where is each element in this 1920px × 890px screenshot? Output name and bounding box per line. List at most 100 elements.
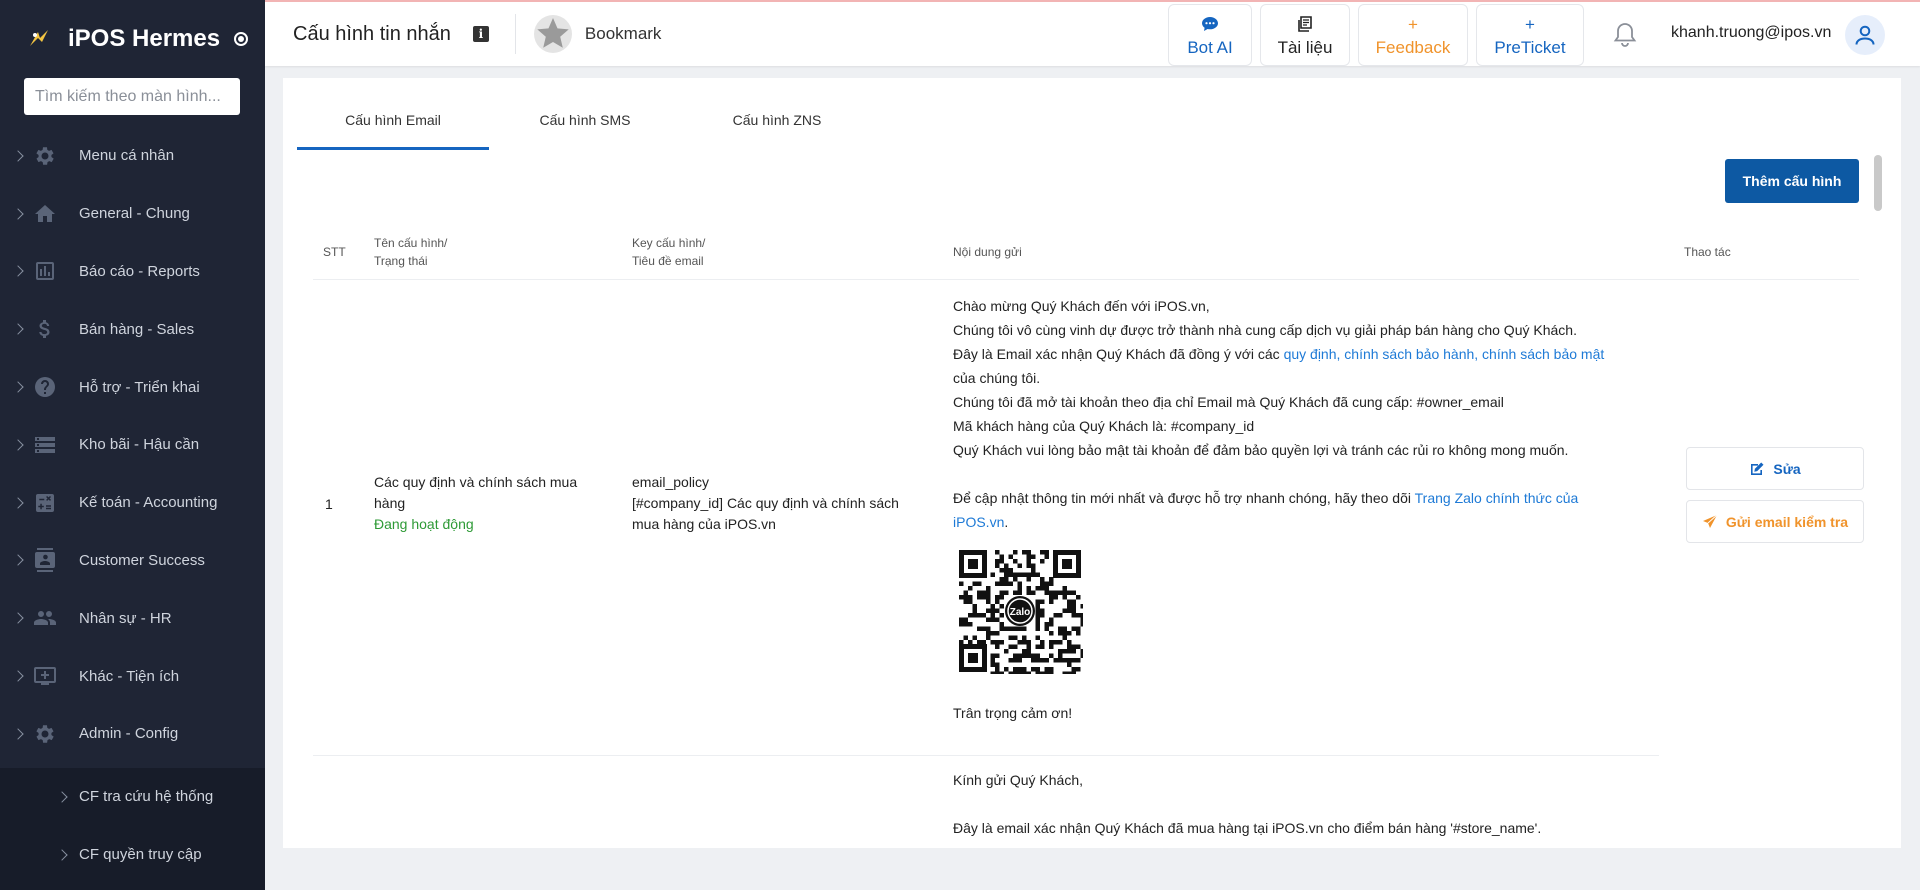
sidebar-item-label: General - Chung (79, 205, 190, 223)
sidebar-subitem-label: CF tra cứu hệ thống (79, 788, 214, 806)
content-line: Để cập nhật thông tin mới nhất và được h… (953, 486, 1613, 534)
help-icon (32, 374, 58, 400)
header-name-line2: Trạng thái (374, 254, 428, 268)
preticket-label: PreTicket (1494, 38, 1566, 57)
tab-sms[interactable]: Cấu hình SMS (489, 106, 681, 150)
sidebar-subitem-cf-quyen[interactable]: CF quyền truy cập (0, 826, 265, 884)
sidebar-subitem-label: CF quyền truy cập (79, 846, 202, 864)
preticket-button[interactable]: + PreTicket (1476, 4, 1584, 66)
status-badge: Đang hoạt động (374, 516, 474, 532)
chevron-right-icon (12, 323, 24, 335)
sidebar: iPOS Hermes Menu cá nhân General - Chung… (0, 0, 265, 890)
chevron-right-icon (12, 670, 24, 682)
sidebar-item-accounting[interactable]: Kế toán - Accounting (0, 474, 265, 532)
edit-icon (1751, 462, 1764, 475)
content-line: Chào mừng Quý Khách đến với iPOS.vn, (953, 298, 1210, 314)
table-row: Kính gửi Quý Khách, Đây là email xác nhậ… (953, 768, 1613, 840)
row-content: Chào mừng Quý Khách đến với iPOS.vn, Chú… (953, 294, 1613, 725)
chevron-right-icon (12, 439, 24, 451)
header-name-line1: Tên cấu hình/ (374, 236, 448, 250)
tab-email[interactable]: Cấu hình Email (297, 106, 489, 150)
avatar[interactable] (1845, 15, 1885, 55)
sidebar-item-general[interactable]: General - Chung (0, 185, 265, 243)
send-test-email-button[interactable]: Gửi email kiểm tra (1686, 500, 1864, 543)
customer-icon (32, 547, 58, 573)
content-text: của chúng tôi. (953, 370, 1041, 386)
people-icon (32, 605, 58, 631)
header-content: Nội dung gửi (953, 245, 1022, 259)
bot-ai-button[interactable]: Bot AI (1168, 4, 1252, 66)
header-stt: STT (323, 245, 346, 259)
content-line: Chúng tôi đã mở tài khoản theo địa chỉ E… (953, 394, 1504, 410)
tab-zns[interactable]: Cấu hình ZNS (681, 106, 873, 150)
chevron-right-icon (12, 612, 24, 624)
sidebar-subitem-cf-tra-cuu[interactable]: CF tra cứu hệ thống (0, 768, 265, 826)
user-icon (1855, 25, 1875, 45)
bell-icon[interactable] (1612, 21, 1638, 49)
radio-dot-icon[interactable] (234, 32, 249, 46)
sidebar-menu: Menu cá nhân General - Chung Báo cáo - R… (0, 127, 265, 890)
bookmark-label[interactable]: Bookmark (585, 24, 662, 44)
sidebar-item-label: Menu cá nhân (79, 147, 175, 165)
content-line: Chúng tôi vô cùng vinh dự được trở thành… (953, 322, 1577, 338)
feedback-button[interactable]: + Feedback (1358, 4, 1468, 66)
row-name: Các quy định và chính sách mua hàng (374, 474, 578, 511)
row-stt: 1 (325, 496, 333, 512)
sidebar-item-support[interactable]: Hỗ trợ - Triển khai (0, 358, 265, 416)
chevron-right-icon (12, 554, 24, 567)
row-key: email_policy (632, 474, 710, 490)
row-divider (313, 755, 1659, 756)
scrollbar-thumb[interactable] (1874, 155, 1882, 211)
user-email[interactable]: khanh.truong@ipos.vn (1671, 24, 1831, 42)
star-icon[interactable] (533, 14, 573, 54)
sidebar-item-label: Kho bãi - Hậu cần (79, 436, 200, 454)
chevron-right-icon (56, 849, 68, 861)
content-text: . (1004, 514, 1009, 530)
info-icon[interactable]: i (472, 26, 489, 42)
sidebar-item-utilities[interactable]: Khác - Tiện ích (0, 647, 265, 705)
qr-code-icon: Zalo (957, 548, 1085, 676)
sidebar-search-input[interactable] (24, 78, 240, 115)
add-screen-icon (32, 663, 58, 689)
sidebar-item-label: Customer Success (79, 551, 205, 569)
chevron-right-icon (12, 265, 24, 278)
header-name: Tên cấu hình/ Trạng thái (374, 234, 447, 270)
accounting-icon (32, 490, 58, 516)
sidebar-item-label: Khác - Tiện ích (79, 667, 180, 685)
chevron-right-icon (12, 381, 24, 393)
content-line: Đây là email xác nhận Quý Khách đã mua h… (953, 820, 1542, 836)
content-line: Mã khách hàng của Quý Khách là: #company… (953, 418, 1255, 434)
docs-button[interactable]: Tài liệu (1260, 4, 1350, 66)
feedback-label: Feedback (1375, 38, 1451, 57)
brand-name[interactable]: iPOS Hermes (68, 25, 220, 53)
header-key: Key cấu hình/ Tiêu đề email (632, 234, 705, 270)
sidebar-item-customer-success[interactable]: Customer Success (0, 532, 265, 590)
sidebar-item-label: Báo cáo - Reports (79, 262, 200, 280)
row-name-cell: Các quy định và chính sách mua hàng Đang… (374, 472, 594, 535)
sidebar-item-label: Admin - Config (79, 725, 179, 743)
chart-icon (32, 258, 58, 284)
edit-label: Sửa (1773, 460, 1801, 477)
tab-bar: Cấu hình Email Cấu hình SMS Cấu hình ZNS (297, 106, 873, 150)
sidebar-item-admin-config[interactable]: Admin - Config (0, 705, 265, 763)
content-line: Quý Khách vui lòng bảo mật tài khoản để … (953, 442, 1569, 458)
sidebar-item-menu-ca-nhan[interactable]: Menu cá nhân (0, 127, 265, 185)
warehouse-icon (32, 432, 58, 458)
top-bar: Cấu hình tin nhắn i Bookmark Bot AI Tài … (265, 0, 1920, 66)
content-line: Đây là Email xác nhận Quý Khách đã đồng … (953, 342, 1613, 390)
sidebar-item-reports[interactable]: Báo cáo - Reports (0, 243, 265, 301)
dollar-icon (32, 316, 58, 342)
row-subject: [#company_id] Các quy định và chính sách… (632, 495, 899, 532)
brand-logo-icon[interactable] (24, 24, 54, 54)
table-row: 1 Các quy định và chính sách mua hàng Đa… (313, 280, 1864, 755)
sidebar-header: iPOS Hermes (0, 0, 265, 78)
documents-icon (1297, 16, 1313, 34)
add-config-button[interactable]: Thêm cấu hình (1725, 159, 1859, 203)
policy-link[interactable]: quy định, chính sách bảo hành, chính sác… (1284, 346, 1605, 362)
sidebar-item-sales[interactable]: Bán hàng - Sales (0, 300, 265, 358)
sidebar-item-warehouse[interactable]: Kho bãi - Hậu cần (0, 416, 265, 474)
sidebar-item-hr[interactable]: Nhân sự - HR (0, 589, 265, 647)
edit-button[interactable]: Sửa (1686, 447, 1864, 490)
